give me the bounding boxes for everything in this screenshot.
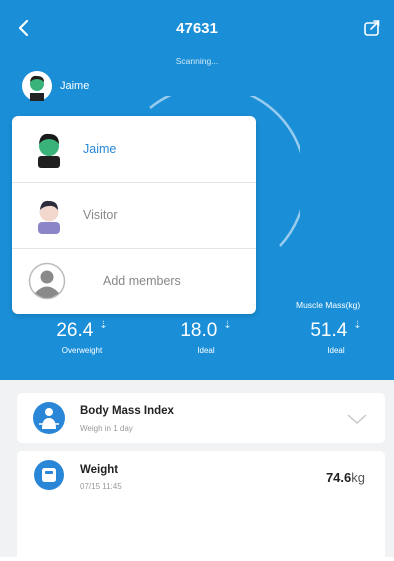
stat-muscle-mass[interactable]: 51.4 ⇣ Ideal bbox=[281, 320, 391, 355]
card-title: Weight bbox=[80, 464, 119, 476]
member-item-visitor[interactable]: Visitor bbox=[12, 182, 256, 249]
member-dropdown: Jaime Visitor Add members bbox=[12, 116, 256, 314]
stat-value: 51.4 bbox=[310, 320, 348, 341]
weight-card[interactable]: Weight 07/15 11:45 74.6kg bbox=[17, 451, 385, 561]
weight-unit: kg bbox=[351, 470, 365, 485]
trend-icon: ⇣ bbox=[223, 320, 232, 331]
placeholder-avatar-icon bbox=[28, 262, 66, 300]
top-bar: 47631 bbox=[0, 14, 394, 44]
scale-icon bbox=[34, 460, 64, 490]
card-title: Body Mass Index bbox=[80, 405, 174, 417]
stat-status: Ideal bbox=[327, 346, 345, 355]
current-user-name: Jaime bbox=[60, 80, 90, 92]
muscle-mass-label: Muscle Mass(kg) bbox=[296, 300, 361, 310]
bmi-card[interactable]: Body Mass Index Weigh in 1 day bbox=[17, 393, 385, 443]
stat-status: Ideal bbox=[197, 346, 215, 355]
visitor-avatar-icon bbox=[38, 200, 60, 234]
chevron-down-icon[interactable] bbox=[347, 414, 367, 424]
metrics-list: Body Mass Index Weigh in 1 day Weight 07… bbox=[0, 380, 394, 561]
add-members-item[interactable]: Add members bbox=[12, 248, 256, 314]
member-label: Jaime bbox=[83, 142, 117, 156]
member-label: Visitor bbox=[83, 208, 118, 222]
stat-status: Overweight bbox=[61, 346, 103, 355]
trend-icon: ⇣ bbox=[99, 320, 108, 331]
jaime-avatar-icon bbox=[38, 133, 60, 168]
weight-reading: 74.6kg bbox=[326, 470, 365, 485]
trend-icon: ⇣ bbox=[353, 320, 362, 331]
card-subtitle: Weigh in 1 day bbox=[80, 424, 133, 433]
user-avatar-icon bbox=[22, 71, 52, 101]
card-subtitle: 07/15 11:45 bbox=[80, 482, 122, 491]
device-title: 47631 bbox=[176, 20, 218, 37]
body-icon bbox=[33, 402, 65, 434]
share-icon[interactable] bbox=[362, 18, 382, 38]
scan-status: Scanning... bbox=[175, 56, 219, 66]
weight-value: 74.6 bbox=[325, 470, 352, 485]
current-user-selector[interactable]: Jaime bbox=[22, 70, 89, 102]
stat-value: 26.4 bbox=[56, 320, 94, 341]
stat-bmi[interactable]: 26.4 ⇣ Overweight bbox=[27, 320, 137, 355]
member-item-jaime[interactable]: Jaime bbox=[12, 116, 256, 183]
member-label: Add members bbox=[103, 274, 181, 288]
stat-value: 18.0 bbox=[180, 320, 218, 341]
stat-body-fat[interactable]: 18.0 ⇣ Ideal bbox=[151, 320, 261, 355]
